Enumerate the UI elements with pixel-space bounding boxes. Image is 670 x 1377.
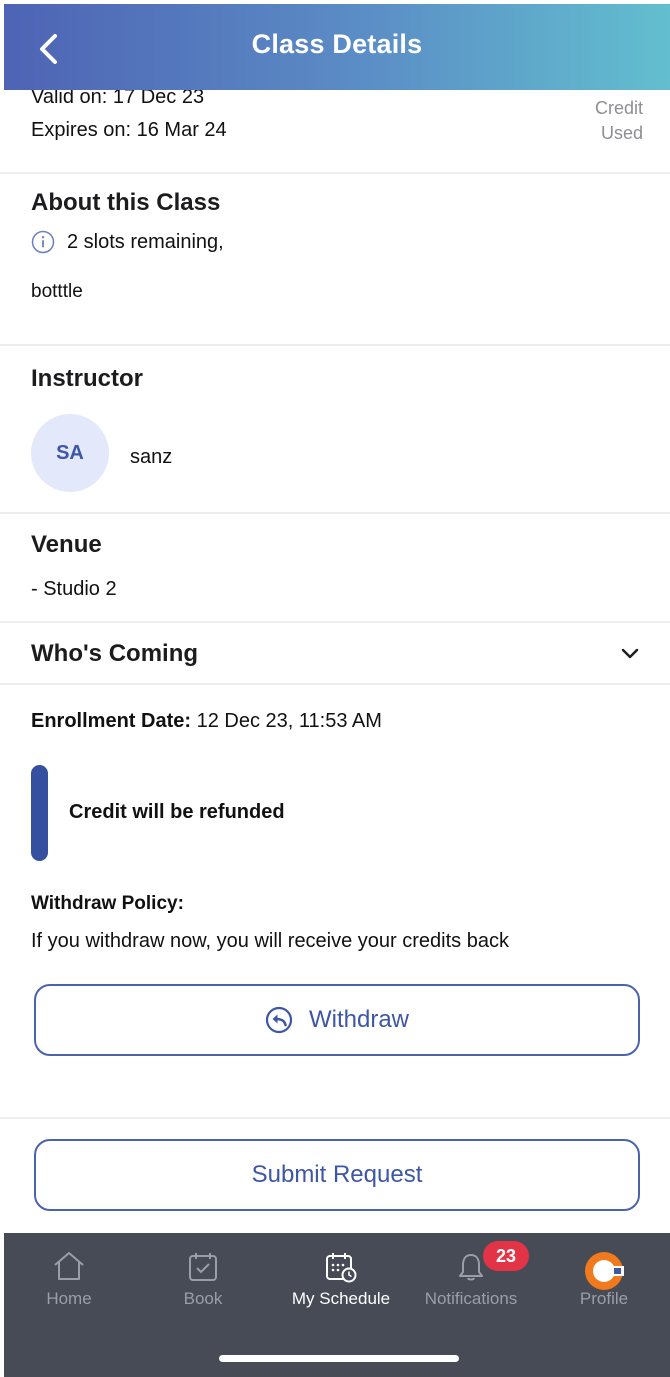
whos-coming-toggle[interactable]: Who's Coming — [0, 623, 670, 685]
venue-title: Venue — [31, 531, 102, 558]
bottom-tab-bar: Home Book My Schedule 23 Notifications P… — [4, 1233, 670, 1377]
refund-notice: Credit will be refunded — [31, 765, 631, 861]
back-arrow-icon[interactable] — [34, 32, 64, 66]
divider — [0, 1117, 670, 1119]
whos-coming-title: Who's Coming — [31, 640, 199, 667]
enrollment-date-value: 12 Dec 23, 11:53 AM — [191, 710, 382, 732]
avatar-initials: SA — [56, 441, 84, 464]
avatar[interactable]: SA — [31, 414, 109, 492]
venue-location: - Studio 2 — [31, 578, 117, 600]
chevron-down-icon[interactable] — [620, 647, 640, 661]
refund-accent-bar — [31, 765, 48, 861]
submit-request-label: Submit Request — [251, 1161, 423, 1188]
expires-on-text: Expires on: 16 Mar 24 — [31, 119, 227, 141]
validity-section: Valid on: 17 Dec 23 Expires on: 16 Mar 2… — [0, 86, 670, 174]
tab-notifications[interactable]: 23 Notifications — [407, 1233, 535, 1313]
instructor-name[interactable]: sanz — [130, 446, 172, 469]
info-icon — [31, 230, 55, 254]
tab-book[interactable]: Book — [138, 1233, 268, 1313]
notification-badge: 23 — [483, 1241, 529, 1271]
tab-profile-label: Profile — [579, 1289, 629, 1308]
tab-book-label: Book — [183, 1289, 223, 1308]
submit-request-button[interactable]: Submit Request — [34, 1139, 640, 1211]
enrollment-date: Enrollment Date: 12 Dec 23, 11:53 AM — [31, 710, 382, 733]
tab-profile[interactable]: Profile — [539, 1233, 669, 1313]
tab-notifications-label: Notifications — [424, 1289, 518, 1308]
home-icon — [54, 1252, 84, 1280]
page-title: Class Details — [251, 28, 423, 59]
withdraw-policy-title: Withdraw Policy: — [31, 893, 184, 914]
credit-status: Credit Used — [595, 96, 643, 146]
credit-status-line2: Used — [600, 123, 643, 143]
tab-my-schedule-label: My Schedule — [291, 1289, 391, 1308]
instructor-title: Instructor — [31, 365, 144, 392]
home-indicator — [219, 1355, 459, 1362]
slots-remaining-text: 2 slots remaining, — [67, 230, 224, 253]
app-header: Class Details — [4, 4, 670, 90]
class-description: botttle — [31, 281, 83, 302]
bell-icon — [459, 1254, 483, 1281]
calendar-check-icon — [189, 1253, 217, 1281]
withdraw-button-label: Withdraw — [308, 1006, 410, 1033]
about-section: About this Class 2 slots remaining, bott… — [0, 174, 670, 346]
withdraw-policy-text: If you withdraw now, you will receive yo… — [31, 930, 509, 952]
slots-row: 2 slots remaining, — [31, 230, 224, 254]
profile-logo-icon — [585, 1252, 624, 1290]
venue-section: Venue - Studio 2 — [0, 514, 670, 623]
enrollment-date-label: Enrollment Date: — [31, 710, 192, 732]
instructor-section: Instructor SA sanz — [0, 346, 670, 514]
undo-icon — [265, 1006, 293, 1034]
tab-my-schedule[interactable]: My Schedule — [266, 1233, 416, 1313]
withdraw-button[interactable]: Withdraw — [34, 984, 640, 1056]
tab-home-label: Home — [46, 1289, 92, 1308]
tab-home[interactable]: Home — [4, 1233, 134, 1313]
schedule-icon — [326, 1253, 357, 1283]
refund-text: Credit will be refunded — [69, 801, 285, 823]
about-title: About this Class — [31, 189, 221, 216]
credit-status-line1: Credit — [594, 98, 643, 118]
